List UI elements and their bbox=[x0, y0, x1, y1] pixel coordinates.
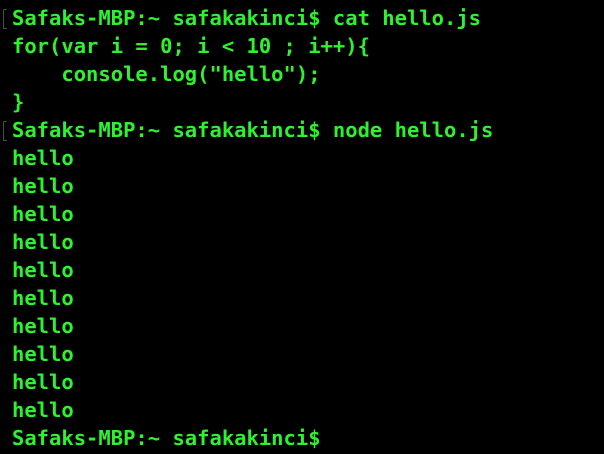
terminal-output-line: for(var i = 0; i < 10 ; i++){ bbox=[12, 34, 370, 58]
terminal-prompt-line: Safaks-MBP:~ safakakinci$ node hello.js bbox=[3, 116, 604, 144]
terminal-output-line: hello bbox=[12, 398, 74, 422]
terminal-output-line: hello bbox=[12, 258, 74, 282]
terminal-window[interactable]: Safaks-MBP:~ safakakinci$ cat hello.js f… bbox=[0, 0, 604, 454]
terminal-output-line: hello bbox=[12, 342, 74, 366]
terminal-prompt-line: Safaks-MBP:~ safakakinci$ cat hello.js bbox=[3, 4, 604, 32]
terminal-output-line: hello bbox=[12, 314, 74, 338]
terminal-output-line: console.log("hello"); bbox=[12, 62, 321, 86]
terminal-output-line: } bbox=[12, 90, 25, 114]
terminal-prompt-line[interactable]: Safaks-MBP:~ safakakinci$ bbox=[12, 424, 604, 452]
terminal-output-line: hello bbox=[12, 146, 74, 170]
terminal-output-line: hello bbox=[12, 202, 74, 226]
terminal-output-line: hello bbox=[12, 174, 74, 198]
terminal-output-line: hello bbox=[12, 370, 74, 394]
terminal-output-line: hello bbox=[12, 230, 74, 254]
terminal-output-line: hello bbox=[12, 286, 74, 310]
